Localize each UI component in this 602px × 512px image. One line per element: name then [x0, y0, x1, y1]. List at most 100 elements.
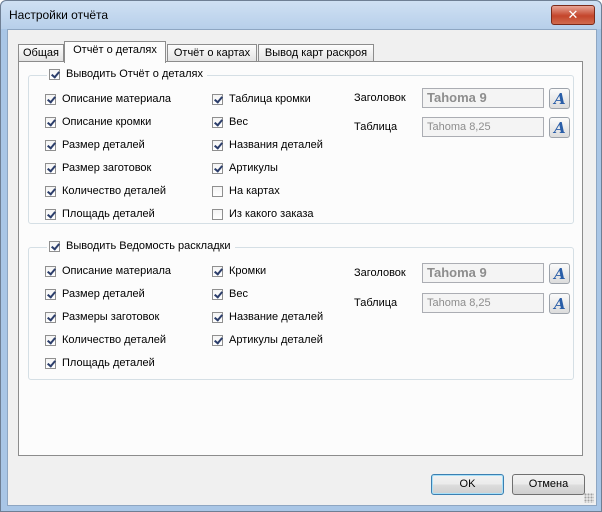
option-left-4[interactable]: Количество деталей — [45, 185, 166, 197]
tab-cutting-maps-output[interactable]: Вывод карт раскроя — [258, 44, 374, 61]
option-right-2[interactable]: Название деталей — [212, 311, 323, 323]
option-checkbox[interactable] — [45, 357, 56, 369]
option-checkbox[interactable] — [45, 185, 56, 197]
option-label: Размеры заготовок — [62, 311, 160, 323]
option-label: Количество деталей — [62, 185, 167, 197]
header-font-field: Tahoma 9 — [422, 263, 544, 283]
option-left-4[interactable]: Площадь деталей — [45, 357, 155, 369]
option-checkbox[interactable] — [212, 265, 223, 277]
option-checkbox[interactable] — [212, 116, 223, 128]
option-checkbox[interactable] — [212, 334, 223, 346]
table-font-field: Tahoma 8,25 — [422, 293, 544, 313]
option-checkbox[interactable] — [45, 208, 56, 220]
option-checkbox[interactable] — [45, 265, 56, 277]
group-parts-report-legend[interactable]: Выводить Отчёт о деталях — [47, 68, 208, 80]
option-label: Кромки — [229, 265, 267, 277]
option-left-2[interactable]: Размеры заготовок — [45, 311, 159, 323]
font-picker-icon: A — [554, 265, 566, 283]
option-right-1[interactable]: Вес — [212, 116, 248, 128]
option-checkbox[interactable] — [212, 93, 223, 105]
option-label: Названия деталей — [229, 139, 323, 151]
option-label: Артикулы деталей — [229, 334, 323, 346]
option-checkbox[interactable] — [45, 116, 56, 128]
settings-dialog: Настройки отчёта ✕ Общая Отчёт о деталях… — [0, 0, 602, 512]
option-left-1[interactable]: Размер деталей — [45, 288, 145, 300]
option-right-4[interactable]: На картах — [212, 185, 280, 197]
option-left-1[interactable]: Описание кромки — [45, 116, 151, 128]
option-checkbox[interactable] — [45, 288, 56, 300]
option-left-3[interactable]: Размер заготовок — [45, 162, 151, 174]
option-label: Описание материала — [62, 93, 172, 105]
option-label: Вес — [229, 116, 248, 128]
option-checkbox[interactable] — [45, 93, 56, 105]
header-font-field: Tahoma 9 — [422, 88, 544, 108]
tab-maps-report[interactable]: Отчёт о картах — [167, 44, 257, 61]
resize-grip[interactable] — [584, 493, 594, 503]
option-right-2[interactable]: Названия деталей — [212, 139, 323, 151]
header-font-button[interactable]: A — [549, 263, 570, 284]
tab-general[interactable]: Общая — [18, 44, 64, 61]
table-font-button[interactable]: A — [549, 293, 570, 314]
option-right-0[interactable]: Кромки — [212, 265, 266, 277]
option-label: Площадь деталей — [62, 208, 155, 220]
option-checkbox[interactable] — [45, 162, 56, 174]
close-button[interactable]: ✕ — [551, 5, 595, 25]
tab-parts-report[interactable]: Отчёт о деталях — [64, 41, 166, 63]
option-label: Описание кромки — [62, 116, 152, 128]
option-right-3[interactable]: Артикулы — [212, 162, 278, 174]
option-checkbox[interactable] — [212, 288, 223, 300]
option-left-3[interactable]: Количество деталей — [45, 334, 166, 346]
option-label: Размер деталей — [62, 139, 145, 151]
font-picker-icon: A — [554, 295, 566, 313]
option-label: Артикулы — [229, 162, 278, 174]
title-bar[interactable]: Настройки отчёта ✕ — [1, 1, 601, 29]
option-label: На картах — [229, 185, 280, 197]
option-label: Размер заготовок — [62, 162, 152, 174]
option-right-0[interactable]: Таблица кромки — [212, 93, 311, 105]
table-font-label: Таблица — [354, 297, 398, 309]
header-font-label: Заголовок — [354, 267, 406, 279]
option-left-0[interactable]: Описание материала — [45, 265, 171, 277]
option-checkbox[interactable] — [212, 311, 223, 323]
option-label: Таблица кромки — [229, 93, 311, 105]
font-picker-icon: A — [554, 119, 566, 137]
option-checkbox[interactable] — [45, 139, 56, 151]
header-font-label: Заголовок — [354, 92, 406, 104]
option-label: Из какого заказа — [229, 208, 314, 220]
font-picker-icon: A — [554, 90, 566, 108]
ok-button[interactable]: OK — [431, 474, 504, 495]
group-layout-sheet-legend[interactable]: Выводить Ведомость раскладки — [47, 240, 235, 252]
group-parts-report: Выводить Отчёт о деталях Описание матери… — [28, 68, 574, 224]
table-font-button[interactable]: A — [549, 117, 570, 138]
option-checkbox[interactable] — [45, 311, 56, 323]
option-label: Площадь деталей — [62, 357, 155, 369]
option-right-1[interactable]: Вес — [212, 288, 248, 300]
tab-panel-parts-report: Выводить Отчёт о деталях Описание матери… — [18, 61, 583, 456]
option-right-3[interactable]: Артикулы деталей — [212, 334, 323, 346]
dialog-client-area: Общая Отчёт о деталях Отчёт о картах Выв… — [7, 29, 597, 506]
option-checkbox[interactable] — [45, 334, 56, 346]
layout-sheet-enable-label: Выводить Ведомость раскладки — [66, 240, 231, 252]
window-title: Настройки отчёта — [9, 8, 109, 22]
option-label: Количество деталей — [62, 334, 167, 346]
table-font-field: Tahoma 8,25 — [422, 117, 544, 137]
option-label: Размер деталей — [62, 288, 145, 300]
option-label: Название деталей — [229, 311, 324, 323]
option-left-0[interactable]: Описание материала — [45, 93, 171, 105]
layout-sheet-enable-checkbox[interactable] — [49, 240, 60, 252]
option-right-5[interactable]: Из какого заказа — [212, 208, 314, 220]
option-left-2[interactable]: Размер деталей — [45, 139, 145, 151]
option-checkbox[interactable] — [212, 208, 223, 220]
option-checkbox[interactable] — [212, 185, 223, 197]
option-checkbox[interactable] — [212, 162, 223, 174]
option-left-5[interactable]: Площадь деталей — [45, 208, 155, 220]
table-font-label: Таблица — [354, 121, 398, 133]
option-label: Описание материала — [62, 265, 172, 277]
option-label: Вес — [229, 288, 248, 300]
group-layout-sheet: Выводить Ведомость раскладки Описание ма… — [28, 240, 574, 380]
parts-report-enable-checkbox[interactable] — [49, 68, 60, 80]
option-checkbox[interactable] — [212, 139, 223, 151]
cancel-button[interactable]: Отмена — [512, 474, 585, 495]
parts-report-enable-label: Выводить Отчёт о деталях — [66, 68, 204, 80]
header-font-button[interactable]: A — [549, 88, 570, 109]
